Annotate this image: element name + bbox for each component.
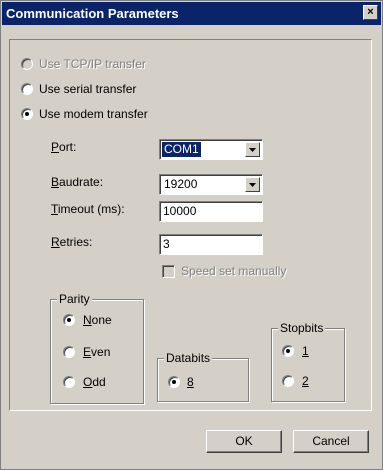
modem-label[interactable]: Use modem transfer <box>39 107 148 121</box>
timeout-label: Timeout (ms): <box>51 202 125 216</box>
parity-title: Parity <box>57 292 92 306</box>
stopbits-title: Stopbits <box>278 321 326 335</box>
port-mnemonic: P <box>51 140 60 154</box>
parity-none-rest: one <box>91 313 112 327</box>
stopbits-2-label[interactable]: 2 <box>302 374 309 388</box>
retries-label: Retries: <box>51 235 92 249</box>
speed-manual-label: Speed set manually <box>181 264 287 278</box>
parity-odd-radio[interactable] <box>63 376 75 388</box>
radio-selected-dot <box>286 349 290 353</box>
parity-even-mnemonic: E <box>83 345 92 359</box>
speed-manual-checkbox <box>162 265 175 278</box>
retries-input[interactable]: 3 <box>159 234 263 255</box>
parity-none-mnemonic: N <box>83 313 92 327</box>
stopbits-1-mnemonic: 1 <box>302 344 309 358</box>
radio-selected-dot <box>67 318 71 322</box>
databits-8-radio[interactable] <box>168 376 180 388</box>
baudrate-label: Baudrate: <box>51 175 103 189</box>
parity-odd-mnemonic: O <box>83 375 93 389</box>
serial-label[interactable]: Use serial transfer <box>39 82 136 96</box>
modem-radio[interactable] <box>21 108 33 120</box>
stopbits-1-radio[interactable] <box>282 345 294 357</box>
databits-title: Databits <box>164 351 213 365</box>
cancel-button[interactable]: Cancel <box>293 430 369 453</box>
chevron-down-icon[interactable] <box>245 177 260 192</box>
baudrate-label-rest: audrate: <box>59 175 104 189</box>
ok-button[interactable]: OK <box>206 430 282 453</box>
tcpip-radio <box>21 58 33 70</box>
chevron-down-icon[interactable] <box>245 142 260 157</box>
parity-none-label[interactable]: None <box>83 313 112 327</box>
radio-selected-dot <box>25 112 29 116</box>
parity-odd-label[interactable]: Odd <box>83 375 106 389</box>
stopbits-2-mnemonic: 2 <box>302 374 309 388</box>
baudrate-combobox[interactable]: 19200 <box>159 174 263 195</box>
radio-selected-dot <box>172 380 176 384</box>
stopbits-1-label[interactable]: 1 <box>302 344 309 358</box>
port-value: COM1 <box>161 141 202 158</box>
port-combobox[interactable]: COM1 <box>159 139 263 160</box>
databits-8-label[interactable]: 8 <box>187 375 194 389</box>
baudrate-mnemonic: B <box>51 175 60 189</box>
tcpip-label: Use TCP/IP transfer <box>39 57 146 71</box>
communication-parameters-dialog: Communication Parameters × Use TCP/IP tr… <box>0 0 383 470</box>
databits-8-mnemonic: 8 <box>187 375 194 389</box>
timeout-label-rest: imeout (ms): <box>57 202 125 216</box>
retries-label-rest: etries: <box>59 235 93 249</box>
serial-radio[interactable] <box>21 83 33 95</box>
parity-odd-rest: dd <box>92 375 106 389</box>
retries-mnemonic: R <box>51 235 60 249</box>
baudrate-value: 19200 <box>164 177 198 191</box>
stopbits-2-radio[interactable] <box>282 375 294 387</box>
close-icon[interactable]: × <box>363 5 378 20</box>
port-label: Port: <box>51 140 76 154</box>
stopbits-group: Stopbits <box>271 321 345 402</box>
port-label-rest: ort: <box>59 140 77 154</box>
timeout-mnemonic: T <box>51 202 58 216</box>
parity-even-rest: ven <box>91 345 111 359</box>
window-title: Communication Parameters <box>6 6 179 21</box>
parity-even-radio[interactable] <box>63 346 75 358</box>
parity-none-radio[interactable] <box>63 314 75 326</box>
parity-even-label[interactable]: Even <box>83 345 110 359</box>
title-bar[interactable]: Communication Parameters × <box>2 2 381 25</box>
timeout-input[interactable]: 10000 <box>159 201 263 222</box>
